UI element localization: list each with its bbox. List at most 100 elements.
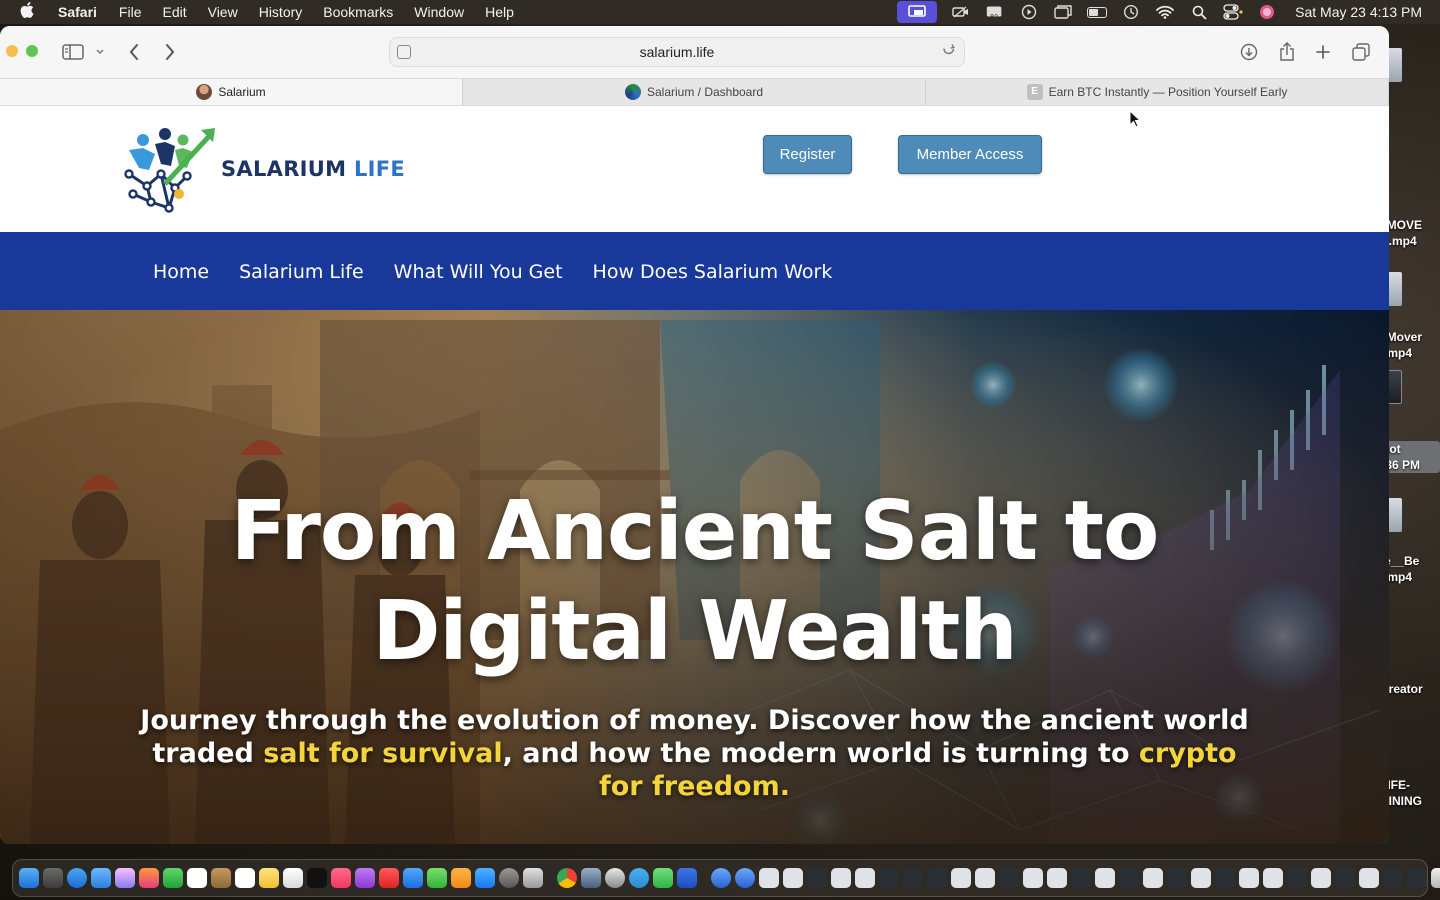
tab-dashboard[interactable]: Salarium / Dashboard bbox=[463, 79, 926, 105]
minimized-window-icon[interactable] bbox=[1047, 868, 1067, 888]
freeform-icon[interactable] bbox=[283, 868, 303, 888]
desktop-file-thumb[interactable] bbox=[1380, 48, 1440, 82]
reload-icon[interactable] bbox=[942, 42, 956, 61]
desktop-file-5[interactable]: Creator bbox=[1380, 679, 1440, 697]
launchpad-icon[interactable] bbox=[43, 868, 63, 888]
screen-share-icon[interactable] bbox=[897, 1, 938, 23]
app-name[interactable]: Safari bbox=[58, 4, 97, 20]
minimized-window-icon[interactable] bbox=[1383, 868, 1403, 888]
nav-home[interactable]: Home bbox=[153, 261, 209, 283]
back-button[interactable] bbox=[124, 40, 144, 64]
apple-menu-icon[interactable] bbox=[16, 1, 38, 23]
menu-help[interactable]: Help bbox=[485, 4, 514, 20]
minimized-window-icon[interactable] bbox=[1407, 868, 1427, 888]
minimized-window-icon[interactable] bbox=[1359, 868, 1379, 888]
desktop-file-thumb[interactable] bbox=[1380, 498, 1440, 532]
calendar-icon[interactable] bbox=[187, 868, 207, 888]
chevron-down-icon[interactable] bbox=[93, 40, 107, 64]
share-icon[interactable] bbox=[1276, 40, 1298, 64]
mail-icon[interactable] bbox=[91, 868, 111, 888]
forward-button[interactable] bbox=[160, 40, 180, 64]
minimized-window-icon[interactable] bbox=[1023, 868, 1043, 888]
desktop-file-4[interactable]: fe__Be r.mp4 bbox=[1380, 551, 1440, 585]
trash-icon[interactable] bbox=[1431, 868, 1440, 888]
minimized-window-icon[interactable] bbox=[855, 868, 875, 888]
minimize-button[interactable] bbox=[6, 45, 18, 57]
minimized-window-icon[interactable] bbox=[1239, 868, 1259, 888]
podcasts-icon[interactable] bbox=[355, 868, 375, 888]
minimized-window-icon[interactable] bbox=[903, 868, 923, 888]
desktop-file-6[interactable]: LIFE- AINING bbox=[1380, 775, 1440, 809]
music-share-icon[interactable] bbox=[139, 868, 159, 888]
minimized-window-icon[interactable] bbox=[1311, 868, 1331, 888]
member-access-button[interactable]: Member Access bbox=[898, 135, 1042, 174]
menu-window[interactable]: Window bbox=[414, 4, 464, 20]
minimized-window-icon[interactable] bbox=[1071, 868, 1091, 888]
photos-icon[interactable] bbox=[115, 868, 135, 888]
menu-file[interactable]: File bbox=[119, 4, 142, 20]
menu-history[interactable]: History bbox=[259, 4, 303, 20]
desktop-file-1[interactable]: _MOVE R.mp4 bbox=[1380, 215, 1440, 249]
minimized-window-icon[interactable] bbox=[1263, 868, 1283, 888]
minimized-window-icon[interactable] bbox=[807, 868, 827, 888]
time-machine-icon[interactable] bbox=[1121, 4, 1141, 20]
nav-what-will-you-get[interactable]: What Will You Get bbox=[394, 261, 563, 283]
siri-icon[interactable] bbox=[1257, 4, 1277, 20]
menu-view[interactable]: View bbox=[208, 4, 238, 20]
globe-folder-icon[interactable] bbox=[735, 868, 755, 888]
tab-salarium[interactable]: Salarium bbox=[0, 79, 463, 105]
numbers-icon[interactable] bbox=[427, 868, 447, 888]
quicktime-icon[interactable] bbox=[605, 868, 625, 888]
minimized-window-icon[interactable] bbox=[975, 868, 995, 888]
tab-earn-btc[interactable]: E Earn BTC Instantly — Position Yourself… bbox=[926, 79, 1389, 105]
minimized-window-icon[interactable] bbox=[1119, 868, 1139, 888]
globe-folder-icon[interactable] bbox=[711, 868, 731, 888]
reminders-icon[interactable] bbox=[235, 868, 255, 888]
nav-how-does-salarium-work[interactable]: How Does Salarium Work bbox=[593, 261, 833, 283]
menu-edit[interactable]: Edit bbox=[162, 4, 186, 20]
minimized-window-icon[interactable] bbox=[999, 868, 1019, 888]
facetime-icon[interactable] bbox=[163, 868, 183, 888]
minimized-window-icon[interactable] bbox=[1191, 868, 1211, 888]
tab-overview-icon[interactable] bbox=[1350, 40, 1372, 64]
url-text[interactable]: salarium.life bbox=[640, 44, 715, 60]
window-icon[interactable] bbox=[1053, 4, 1073, 20]
activity-monitor-icon[interactable]: 80 bbox=[985, 4, 1005, 20]
play-icon[interactable] bbox=[1019, 4, 1039, 20]
address-bar[interactable]: salarium.life bbox=[389, 37, 965, 67]
new-tab-icon[interactable] bbox=[1312, 40, 1334, 64]
system-settings-icon[interactable] bbox=[499, 868, 519, 888]
battery-icon[interactable] bbox=[1087, 4, 1108, 20]
minimized-window-icon[interactable] bbox=[783, 868, 803, 888]
minimized-window-icon[interactable] bbox=[831, 868, 851, 888]
camera-off-icon[interactable] bbox=[951, 4, 971, 20]
register-button[interactable]: Register bbox=[763, 135, 852, 174]
preview-icon[interactable] bbox=[581, 868, 601, 888]
desktop-file-3[interactable]: hot .36 PM bbox=[1380, 439, 1440, 473]
utility-icon[interactable] bbox=[523, 868, 543, 888]
control-center-icon[interactable] bbox=[1223, 4, 1243, 20]
safari-icon[interactable] bbox=[67, 868, 87, 888]
notes-icon[interactable] bbox=[259, 868, 279, 888]
minimized-window-icon[interactable] bbox=[1167, 868, 1187, 888]
desktop-file-2[interactable]: _Mover r.mp4 bbox=[1380, 327, 1440, 361]
wifi-icon[interactable] bbox=[1155, 4, 1175, 20]
sidebar-toggle-icon[interactable] bbox=[60, 40, 86, 64]
menu-bookmarks[interactable]: Bookmarks bbox=[323, 4, 393, 20]
telegram-icon[interactable] bbox=[629, 868, 649, 888]
minimized-window-icon[interactable] bbox=[1095, 868, 1115, 888]
nav-salarium-life[interactable]: Salarium Life bbox=[239, 261, 364, 283]
minimized-window-icon[interactable] bbox=[1215, 868, 1235, 888]
site-logo[interactable]: SALARIUM LIFE bbox=[121, 124, 405, 214]
minimized-window-icon[interactable] bbox=[927, 868, 947, 888]
minimized-window-icon[interactable] bbox=[759, 868, 779, 888]
contacts-icon[interactable] bbox=[211, 868, 231, 888]
desktop-file-thumb[interactable] bbox=[1380, 272, 1440, 306]
app-store-icon[interactable] bbox=[475, 868, 495, 888]
site-settings-icon[interactable] bbox=[397, 45, 411, 59]
pages-icon[interactable] bbox=[451, 868, 471, 888]
minimized-window-icon[interactable] bbox=[1287, 868, 1307, 888]
keynote-icon[interactable] bbox=[403, 868, 423, 888]
chrome-icon[interactable] bbox=[557, 868, 577, 888]
minimized-window-icon[interactable] bbox=[879, 868, 899, 888]
